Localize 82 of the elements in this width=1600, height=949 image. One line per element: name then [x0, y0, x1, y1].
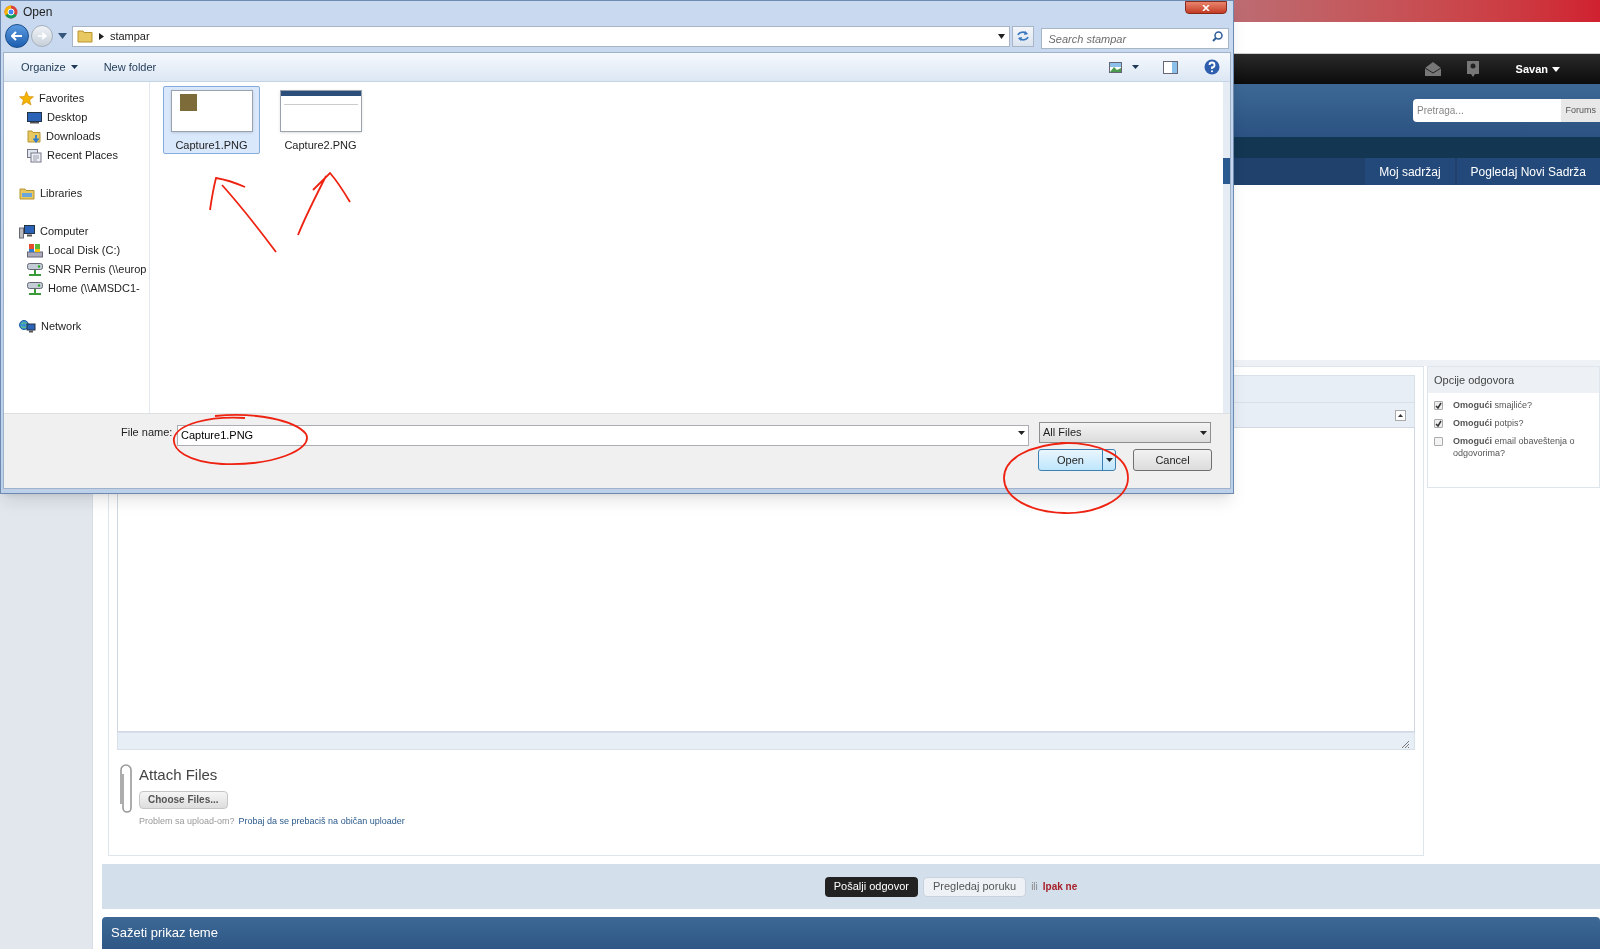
or-text: ili — [1031, 880, 1038, 894]
search-icon[interactable] — [1212, 30, 1223, 42]
dropdown-caret-icon[interactable] — [997, 33, 1005, 39]
section-header: Sažeti prikaz teme — [102, 917, 1600, 949]
nav-item[interactable]: Desktop — [19, 108, 149, 127]
person-badge-icon[interactable] — [1465, 60, 1480, 78]
cancel-button[interactable]: Cancel — [1133, 449, 1212, 471]
search-scope-button[interactable]: Forums — [1561, 99, 1600, 122]
checkbox[interactable] — [1434, 401, 1443, 410]
options-title: Opcije odgovora — [1428, 367, 1599, 393]
caret-icon — [1552, 66, 1560, 72]
nav-item[interactable]: Favorites — [19, 89, 149, 108]
history-caret-icon[interactable] — [57, 33, 67, 39]
back-arrow-icon[interactable] — [10, 31, 23, 41]
submit-reply-button[interactable]: Pošalji odgovor — [824, 876, 918, 897]
option-label[interactable]: Omogući smajliće? — [1453, 399, 1593, 411]
search-field[interactable]: Pretraga... — [1413, 99, 1562, 122]
collapse-icon[interactable] — [1395, 409, 1406, 421]
file-type-dropdown[interactable]: All Files — [1039, 422, 1211, 443]
attach-files-title: Attach Files — [139, 765, 219, 785]
search-field[interactable]: Search stampar — [1041, 28, 1229, 49]
network-icon — [19, 319, 36, 334]
option-label[interactable]: Omogući potpis? — [1453, 417, 1593, 429]
basic-uploader-link[interactable]: Probaj da se prebaciš na običan uploader — [238, 814, 405, 828]
monitor-icon — [27, 111, 42, 124]
scrollbar[interactable] — [1223, 82, 1230, 413]
file-name-label: File name: — [121, 425, 174, 441]
recent-places-icon — [27, 148, 42, 163]
cancel-link[interactable]: Ipak ne — [1042, 879, 1078, 894]
checkbox[interactable] — [1434, 419, 1443, 428]
help-icon[interactable] — [1204, 59, 1220, 75]
open-button[interactable]: Open — [1038, 449, 1116, 471]
annotation-arrow — [297, 172, 351, 236]
caret-icon — [70, 65, 78, 69]
address-bar[interactable]: stampar — [71, 25, 1010, 47]
option-label[interactable]: Omogući email obaveštenja o odgovorima? — [1453, 435, 1593, 459]
choose-files-button[interactable]: Choose Files... — [139, 790, 228, 809]
resize-grip-icon[interactable] — [1401, 740, 1410, 749]
nav-item[interactable]: Recent Places — [19, 146, 149, 165]
scrollbar-thumb[interactable] — [1223, 158, 1230, 184]
preview-button[interactable]: Pregledaj poruku — [922, 876, 1027, 897]
nav-item[interactable]: Downloads — [19, 127, 149, 146]
caret-icon[interactable] — [1132, 65, 1139, 69]
window-title: Open — [23, 4, 53, 21]
folder-icon — [76, 29, 93, 43]
envelope-icon[interactable] — [1423, 61, 1442, 77]
new-folder-button[interactable]: New folder — [100, 58, 160, 76]
user-menu[interactable]: Savan — [1515, 60, 1560, 78]
chevron-icon[interactable] — [98, 32, 104, 40]
nav-item[interactable]: Network — [19, 317, 149, 336]
dropdown-caret-icon — [1200, 430, 1207, 435]
star-icon — [19, 91, 34, 106]
checkbox[interactable] — [1434, 437, 1443, 446]
disk-drive-icon — [27, 243, 43, 258]
nav-item[interactable]: Computer — [19, 222, 149, 241]
file-name-field[interactable]: Capture1.PNG — [177, 424, 1029, 446]
upload-help-text: Problem sa upload-om? — [139, 814, 235, 828]
file-item[interactable]: Capture1.PNG — [163, 86, 260, 154]
nav-item[interactable]: Libraries — [19, 184, 149, 203]
nav-item[interactable]: Home (\\AMSDC1- — [19, 279, 149, 298]
close-icon[interactable] — [1202, 4, 1210, 11]
close-button[interactable] — [1185, 1, 1227, 14]
nav-item[interactable]: Local Disk (C:) — [19, 241, 149, 260]
nav-item[interactable]: SNR Pernis (\\europ — [19, 260, 149, 279]
network-drive-icon — [27, 262, 43, 277]
path-segment[interactable]: stampar — [109, 27, 150, 45]
back-button[interactable] — [5, 24, 29, 48]
browser-logo-icon — [4, 5, 18, 19]
caret-icon — [1105, 458, 1113, 462]
download-folder-icon — [27, 129, 41, 144]
nav-link[interactable]: Moj sadržaj — [1365, 158, 1455, 185]
dropdown-caret-icon[interactable] — [1018, 431, 1025, 435]
refresh-icon[interactable] — [1016, 30, 1030, 42]
refresh-button[interactable] — [1011, 25, 1035, 47]
nav-link[interactable]: Pogledaj Novi Sadrža — [1456, 158, 1600, 185]
network-drive-icon — [27, 281, 43, 296]
computer-icon — [19, 224, 35, 239]
view-icon[interactable] — [1109, 61, 1122, 73]
library-folder-icon — [19, 187, 35, 200]
file-item[interactable]: Capture2.PNG — [272, 86, 369, 154]
preview-pane-icon[interactable] — [1163, 60, 1178, 74]
organize-menu[interactable]: Organize — [18, 58, 81, 76]
